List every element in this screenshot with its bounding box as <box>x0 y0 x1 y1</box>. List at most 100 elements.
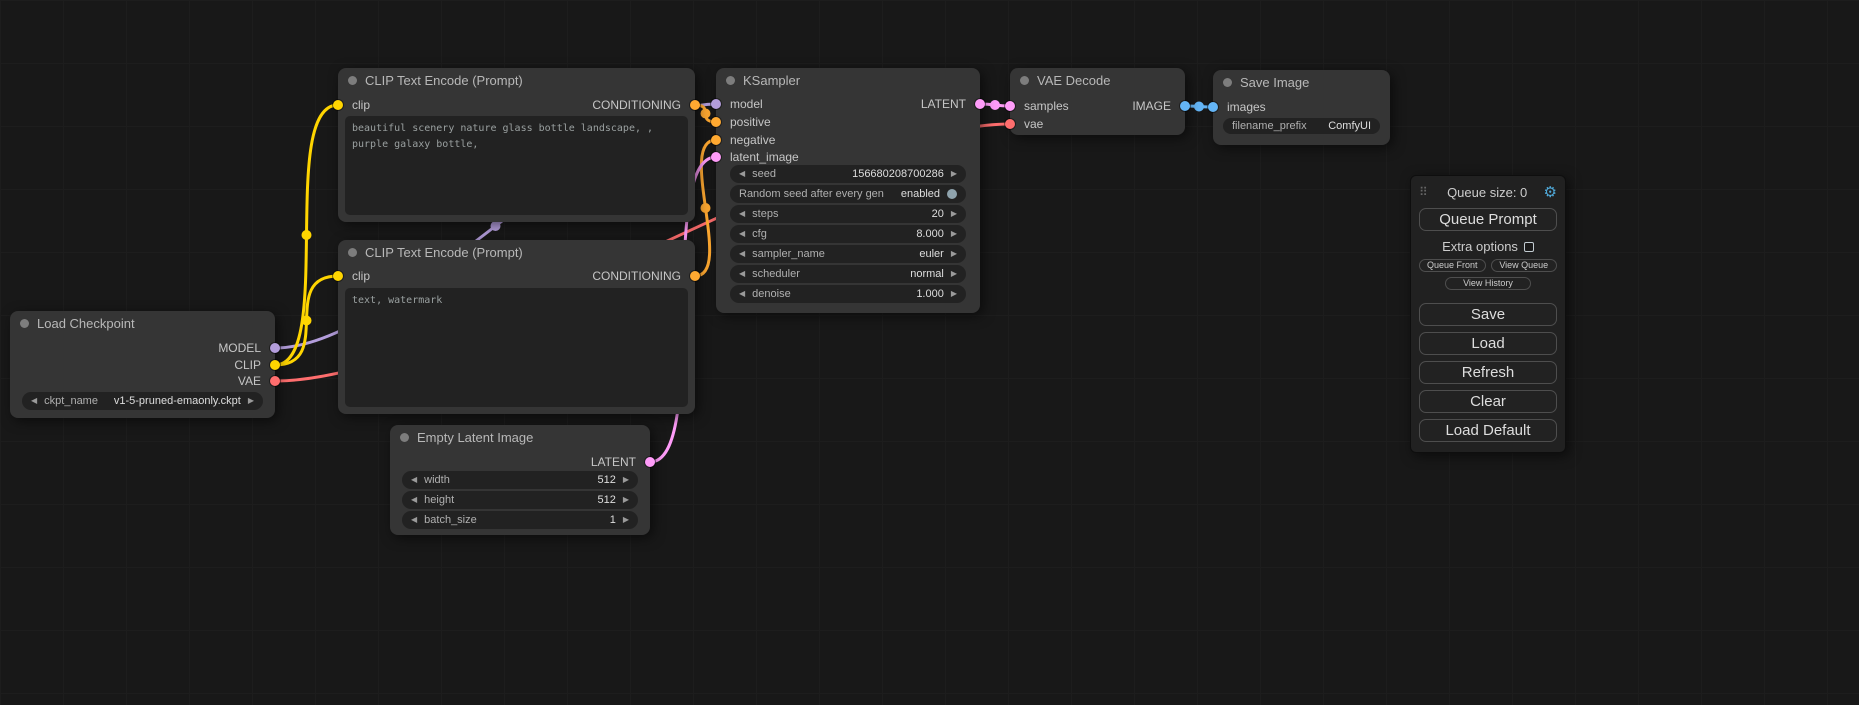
extra-options-checkbox[interactable] <box>1524 242 1534 252</box>
queue-prompt-button[interactable]: Queue Prompt <box>1419 208 1557 231</box>
input-slot-model[interactable] <box>711 99 721 109</box>
node-load-checkpoint[interactable]: Load Checkpoint MODEL CLIP VAE ◀ ckpt_na… <box>10 311 275 418</box>
output-slot-image[interactable] <box>1180 101 1190 111</box>
arrow-right-icon[interactable]: ▶ <box>248 397 254 405</box>
prompt-textarea[interactable]: text, watermark <box>345 288 688 407</box>
widget-denoise[interactable]: ◀ denoise 1.000 ▶ <box>730 285 966 303</box>
comfyui-canvas[interactable]: { "colors": { "model": "#B39DDB", "clip"… <box>0 0 1859 705</box>
widget-value: 8.000 <box>774 228 944 240</box>
view-queue-button[interactable]: View Queue <box>1491 259 1558 272</box>
collapse-dot-icon[interactable] <box>20 319 29 328</box>
widget-batch-size[interactable]: ◀ batch_size 1 ▶ <box>402 511 638 529</box>
view-history-button[interactable]: View History <box>1445 277 1531 290</box>
arrow-left-icon[interactable]: ◀ <box>411 496 417 504</box>
node-title-bar[interactable]: CLIP Text Encode (Prompt) <box>338 240 695 264</box>
arrow-right-icon[interactable]: ▶ <box>951 170 957 178</box>
input-label-latent-image: latent_image <box>730 148 799 166</box>
output-slot-latent[interactable] <box>975 99 985 109</box>
node-title-bar[interactable]: KSampler <box>716 68 980 92</box>
arrow-left-icon[interactable]: ◀ <box>739 230 745 238</box>
input-label-model: model <box>730 95 763 113</box>
node-vae-decode[interactable]: VAE Decode samples IMAGE vae <box>1010 68 1185 135</box>
wire-midpoint-dot <box>490 221 500 231</box>
arrow-left-icon[interactable]: ◀ <box>411 516 417 524</box>
refresh-button[interactable]: Refresh <box>1419 361 1557 384</box>
node-ksampler[interactable]: KSampler model positive negative latent_… <box>716 68 980 313</box>
load-default-button[interactable]: Load Default <box>1419 419 1557 442</box>
output-slot-clip[interactable] <box>270 360 280 370</box>
node-clip-text-encode-negative[interactable]: CLIP Text Encode (Prompt) clip CONDITION… <box>338 240 695 414</box>
node-title: CLIP Text Encode (Prompt) <box>365 73 523 88</box>
arrow-right-icon[interactable]: ▶ <box>951 210 957 218</box>
input-slot-positive[interactable] <box>711 117 721 127</box>
arrow-right-icon[interactable]: ▶ <box>951 250 957 258</box>
arrow-left-icon[interactable]: ◀ <box>739 270 745 278</box>
collapse-dot-icon[interactable] <box>348 76 357 85</box>
node-clip-text-encode-positive[interactable]: CLIP Text Encode (Prompt) clip CONDITION… <box>338 68 695 222</box>
input-slot-clip[interactable] <box>333 100 343 110</box>
output-slot-vae[interactable] <box>270 376 280 386</box>
widget-name: filename_prefix <box>1232 120 1307 132</box>
arrow-right-icon[interactable]: ▶ <box>951 230 957 238</box>
node-title-bar[interactable]: Save Image <box>1213 70 1390 94</box>
widget-ckpt-name[interactable]: ◀ ckpt_name v1-5-pruned-emaonly.ckpt ▶ <box>22 392 263 410</box>
widget-name: ckpt_name <box>44 395 98 407</box>
widget-steps[interactable]: ◀ steps 20 ▶ <box>730 205 966 223</box>
node-title-bar[interactable]: CLIP Text Encode (Prompt) <box>338 68 695 92</box>
node-empty-latent-image[interactable]: Empty Latent Image LATENT ◀ width 512 ▶ … <box>390 425 650 535</box>
arrow-left-icon[interactable]: ◀ <box>739 250 745 258</box>
save-button[interactable]: Save <box>1419 303 1557 326</box>
collapse-dot-icon[interactable] <box>400 433 409 442</box>
queue-panel[interactable]: ⠿ Queue size: 0 ⚙ Queue Prompt Extra opt… <box>1410 175 1566 453</box>
load-button[interactable]: Load <box>1419 332 1557 355</box>
node-save-image[interactable]: Save Image images filename_prefix ComfyU… <box>1213 70 1390 145</box>
settings-gear-icon[interactable]: ⚙ <box>1544 183 1557 201</box>
node-title-bar[interactable]: Load Checkpoint <box>10 311 275 335</box>
collapse-dot-icon[interactable] <box>1223 78 1232 87</box>
node-title-bar[interactable]: VAE Decode <box>1010 68 1185 92</box>
output-slot-conditioning[interactable] <box>690 100 700 110</box>
input-slot-negative[interactable] <box>711 135 721 145</box>
wire-midpoint-dot <box>302 230 312 240</box>
widget-value: 156680208700286 <box>783 168 944 180</box>
arrow-left-icon[interactable]: ◀ <box>739 170 745 178</box>
arrow-left-icon[interactable]: ◀ <box>739 290 745 298</box>
input-slot-samples[interactable] <box>1005 101 1015 111</box>
widget-filename-prefix[interactable]: filename_prefix ComfyUI <box>1223 118 1380 134</box>
widget-sampler-name[interactable]: ◀ sampler_name euler ▶ <box>730 245 966 263</box>
queue-front-button[interactable]: Queue Front <box>1419 259 1486 272</box>
arrow-right-icon[interactable]: ▶ <box>623 496 629 504</box>
output-slot-latent[interactable] <box>645 457 655 467</box>
widget-cfg[interactable]: ◀ cfg 8.000 ▶ <box>730 225 966 243</box>
arrow-right-icon[interactable]: ▶ <box>623 516 629 524</box>
collapse-dot-icon[interactable] <box>348 248 357 257</box>
arrow-left-icon[interactable]: ◀ <box>739 210 745 218</box>
widget-height[interactable]: ◀ height 512 ▶ <box>402 491 638 509</box>
widget-width[interactable]: ◀ width 512 ▶ <box>402 471 638 489</box>
toggle-knob-icon[interactable] <box>947 189 957 199</box>
clear-button[interactable]: Clear <box>1419 390 1557 413</box>
queue-size-label: Queue size: 0 <box>1431 185 1544 200</box>
arrow-left-icon[interactable]: ◀ <box>31 397 37 405</box>
output-label-model: MODEL <box>218 339 261 357</box>
arrow-left-icon[interactable]: ◀ <box>411 476 417 484</box>
node-title-bar[interactable]: Empty Latent Image <box>390 425 650 449</box>
output-slot-conditioning[interactable] <box>690 271 700 281</box>
input-slot-clip[interactable] <box>333 271 343 281</box>
widget-value: 512 <box>457 474 616 486</box>
collapse-dot-icon[interactable] <box>1020 76 1029 85</box>
input-slot-vae[interactable] <box>1005 119 1015 129</box>
widget-seed[interactable]: ◀ seed 156680208700286 ▶ <box>730 165 966 183</box>
collapse-dot-icon[interactable] <box>726 76 735 85</box>
arrow-right-icon[interactable]: ▶ <box>951 290 957 298</box>
arrow-right-icon[interactable]: ▶ <box>623 476 629 484</box>
drag-handle-icon[interactable]: ⠿ <box>1419 185 1428 199</box>
widget-random-seed-toggle[interactable]: Random seed after every gen enabled <box>730 185 966 203</box>
input-slot-latent-image[interactable] <box>711 152 721 162</box>
widget-scheduler[interactable]: ◀ scheduler normal ▶ <box>730 265 966 283</box>
widget-value: euler <box>832 248 944 260</box>
arrow-right-icon[interactable]: ▶ <box>951 270 957 278</box>
input-slot-images[interactable] <box>1208 102 1218 112</box>
prompt-textarea[interactable]: beautiful scenery nature glass bottle la… <box>345 116 688 215</box>
output-slot-model[interactable] <box>270 343 280 353</box>
